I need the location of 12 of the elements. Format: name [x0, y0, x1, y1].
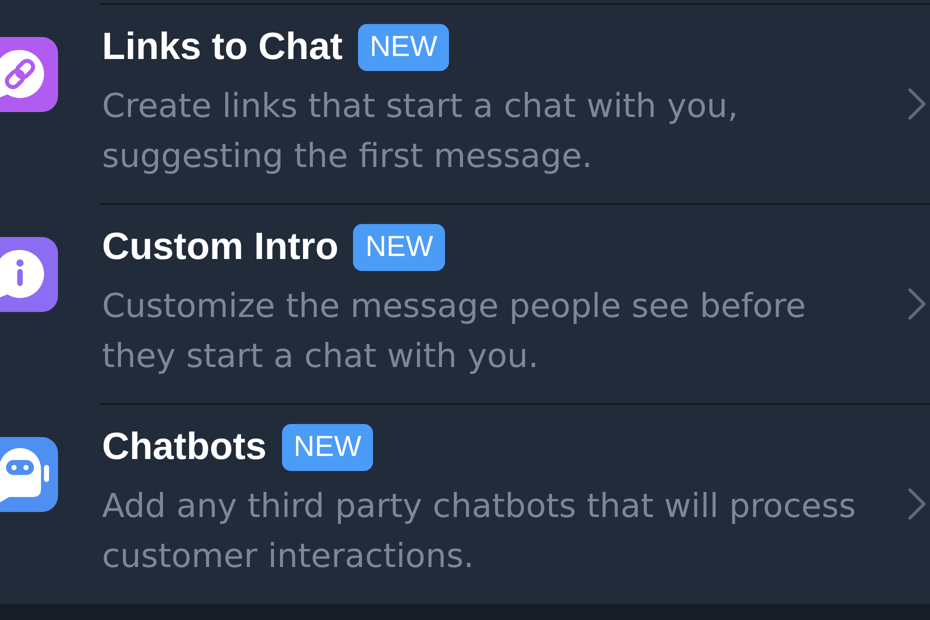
row-title: Links to Chat	[102, 25, 343, 70]
row-title: Chatbots	[102, 425, 267, 470]
chevron-right-icon[interactable]	[908, 488, 926, 520]
row-description: Create links that start a chat with you, suggesting the first message.	[102, 85, 740, 177]
row-title: Custom Intro	[102, 225, 338, 270]
new-badge: NEW	[358, 24, 450, 71]
new-badge: NEW	[282, 424, 374, 471]
row-description: Add any third party chatbots that will process customer interactions.	[102, 485, 857, 577]
new-badge: NEW	[353, 224, 446, 271]
row-description: Customize the message people see before they start a chat with you.	[102, 285, 807, 377]
chevron-right-icon[interactable]	[908, 288, 926, 320]
chevron-right-icon[interactable]	[908, 88, 926, 120]
